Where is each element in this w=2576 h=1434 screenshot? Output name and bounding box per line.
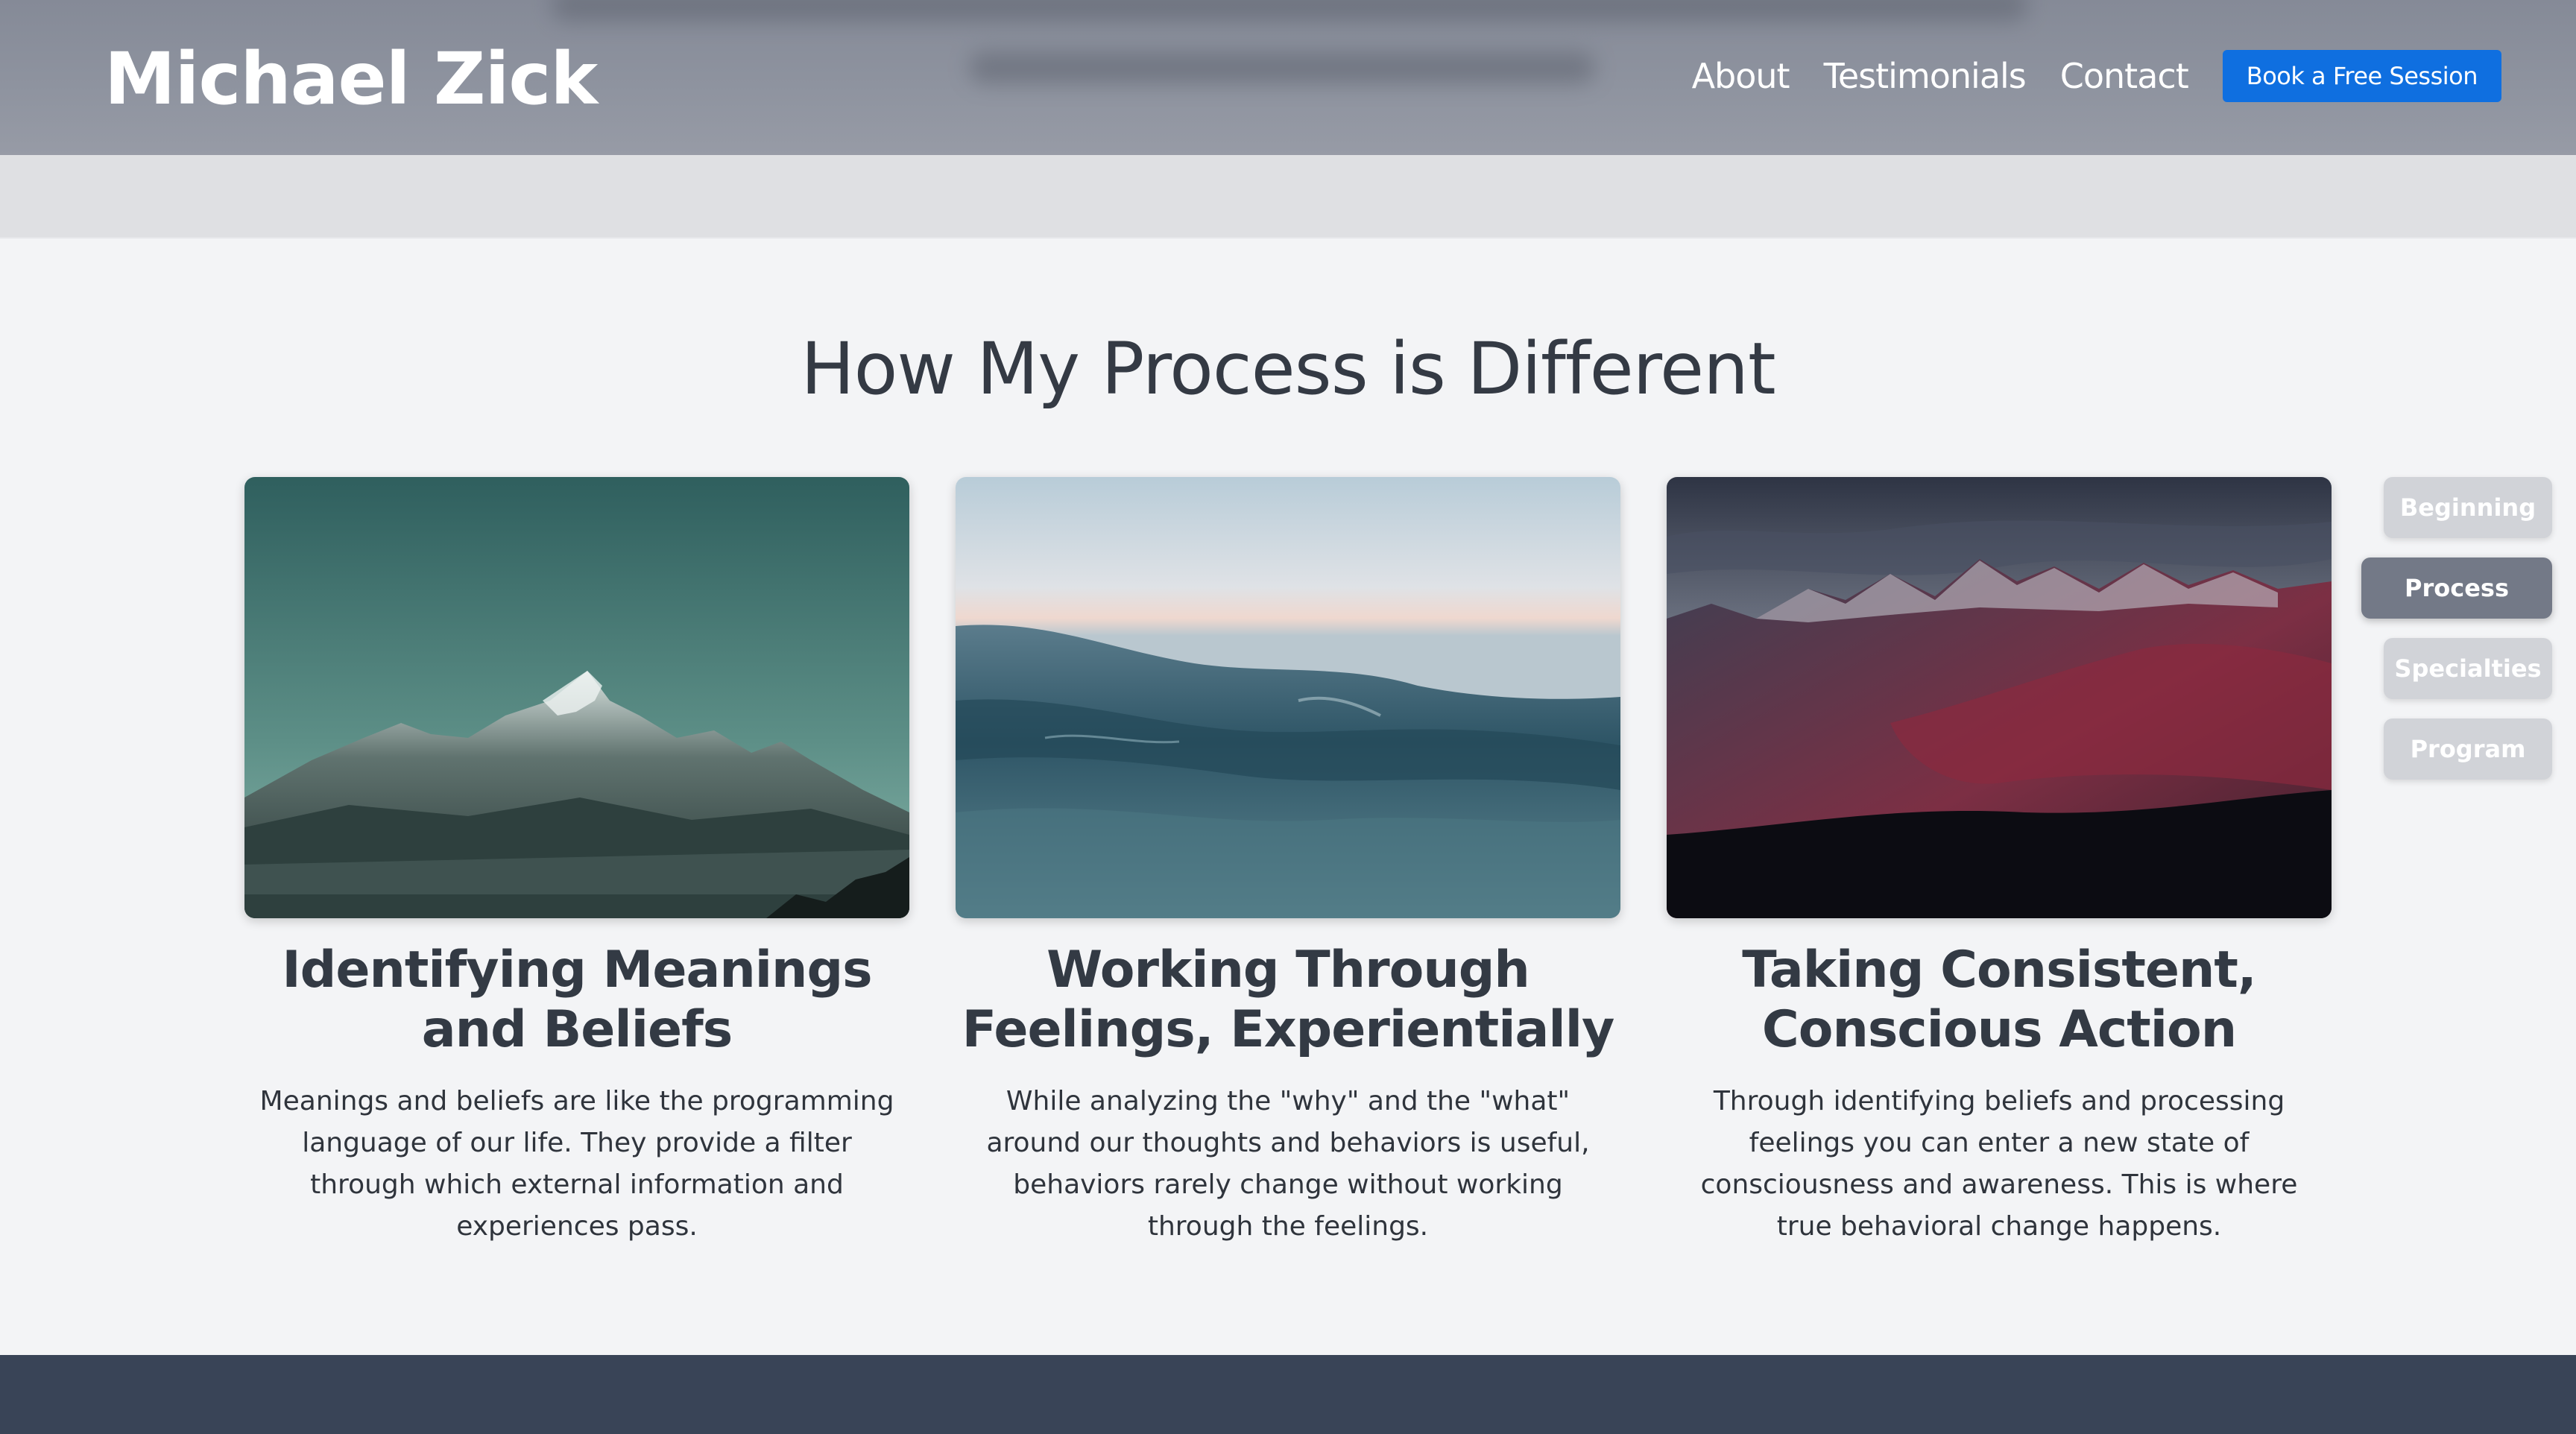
nav-link-about[interactable]: About bbox=[1692, 56, 1790, 96]
site-logo[interactable]: Michael Zick bbox=[104, 34, 598, 124]
card-description: Through identifying beliefs and processi… bbox=[1700, 1086, 2298, 1242]
side-nav-process[interactable]: Process bbox=[2361, 558, 2552, 619]
process-card-action: Taking Consistent, Conscious Action Thro… bbox=[1667, 477, 2332, 1248]
nav-link-contact[interactable]: Contact bbox=[2060, 56, 2189, 96]
card-description: While analyzing the "why" and the "what"… bbox=[986, 1086, 1590, 1242]
red-mountain-image bbox=[1667, 477, 2332, 918]
process-card-beliefs: Identifying Meanings and Beliefs Meaning… bbox=[244, 477, 909, 1248]
book-session-button[interactable]: Book a Free Session bbox=[2222, 50, 2501, 102]
mountain-teal-image bbox=[244, 477, 909, 918]
nav-link-testimonials[interactable]: Testimonials bbox=[1824, 56, 2027, 96]
card-title: Working Through Feelings, Experientially bbox=[962, 941, 1615, 1059]
card-title: Taking Consistent, Conscious Action bbox=[1742, 941, 2256, 1059]
card-title: Identifying Meanings and Beliefs bbox=[282, 941, 872, 1059]
card-description: Meanings and beliefs are like the progra… bbox=[259, 1086, 894, 1242]
header-subbar bbox=[0, 155, 2576, 239]
site-footer bbox=[0, 1355, 2576, 1434]
side-nav-program[interactable]: Program bbox=[2384, 718, 2552, 780]
side-nav-beginning[interactable]: Beginning bbox=[2384, 477, 2552, 538]
ocean-wave-image bbox=[956, 477, 1620, 918]
section-title: How My Process is Different bbox=[801, 327, 1775, 411]
process-card-feelings: Working Through Feelings, Experientially… bbox=[956, 477, 1620, 1248]
side-nav-specialties[interactable]: Specialties bbox=[2384, 638, 2552, 699]
main-nav: About Testimonials Contact Book a Free S… bbox=[1692, 46, 2501, 106]
site-header: Michael Zick About Testimonials Contact … bbox=[0, 0, 2576, 155]
